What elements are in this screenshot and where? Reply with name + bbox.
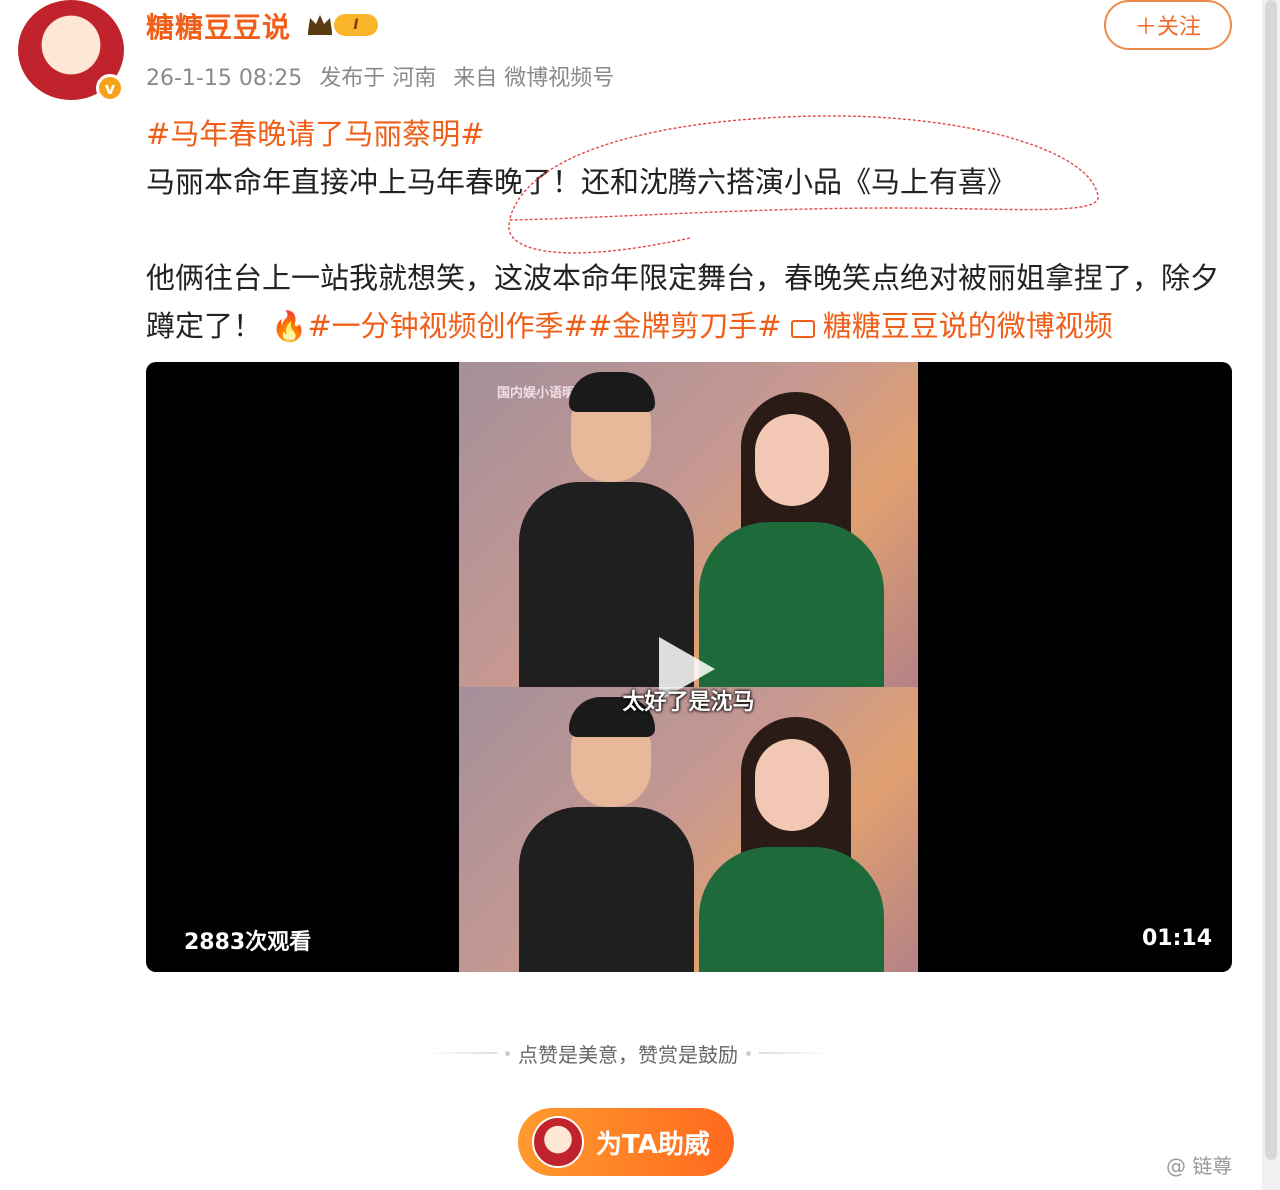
video-frame-bottom	[459, 687, 918, 972]
scrollbar-thumb[interactable]	[1265, 0, 1277, 1160]
post-content: #马年春晚请了马丽蔡明# 马丽本命年直接冲上马年春晚了！还和沈腾六搭演小品《马上…	[146, 110, 1236, 350]
cheer-label: 为TA助威	[596, 1129, 710, 1160]
scrollbar-track[interactable]	[1262, 0, 1280, 1190]
post-source[interactable]: 来自 微博视频号	[453, 66, 614, 91]
corner-watermark: @ 链尊	[1166, 1154, 1233, 1178]
video-link-icon	[790, 320, 815, 338]
follow-button[interactable]: ＋关注	[1104, 0, 1232, 50]
post-meta: 26-1-15 08:25 发布于 河南 来自 微博视频号	[146, 60, 624, 92]
post-location: 发布于 河南	[319, 66, 437, 91]
post-text-line1: 马丽本命年直接冲上马年春晚了！还和沈腾六搭演小品《马上有喜》	[146, 165, 1017, 199]
encourage-divider: 点赞是美意，赞赏是鼓励	[408, 1036, 848, 1070]
fire-icon: 🔥	[271, 309, 308, 343]
view-count: 2883次观看	[184, 930, 312, 955]
level-badge: I	[334, 14, 378, 36]
video-subtitle: 太好了是沈马	[622, 690, 755, 715]
post-datetime: 26-1-15 08:25	[146, 66, 303, 91]
crown-icon	[308, 15, 332, 35]
cheer-button[interactable]: 为TA助威	[518, 1108, 734, 1176]
topic-tag-2[interactable]: #金牌剪刀手#	[588, 309, 782, 343]
video-duration: 01:14	[1141, 926, 1212, 951]
video-player[interactable]: 国内娱小语明 太好了是沈马 2883次观看 01:14	[146, 362, 1232, 972]
username[interactable]: 糖糖豆豆说	[146, 6, 291, 46]
topic-link[interactable]: #马年春晚请了马丽蔡明#	[146, 117, 485, 151]
topic-tag-1[interactable]: #一分钟视频创作季#	[307, 309, 588, 343]
cheer-avatar	[532, 1116, 584, 1168]
video-link-label: 糖糖豆豆说的微博视频	[822, 309, 1113, 343]
frame-watermark: 国内娱小语明	[497, 386, 576, 401]
verified-badge-icon: v	[96, 74, 124, 102]
encourage-text: 点赞是美意，赞赏是鼓励	[518, 1042, 738, 1067]
video-link[interactable]: 糖糖豆豆说的微博视频	[790, 309, 1113, 343]
